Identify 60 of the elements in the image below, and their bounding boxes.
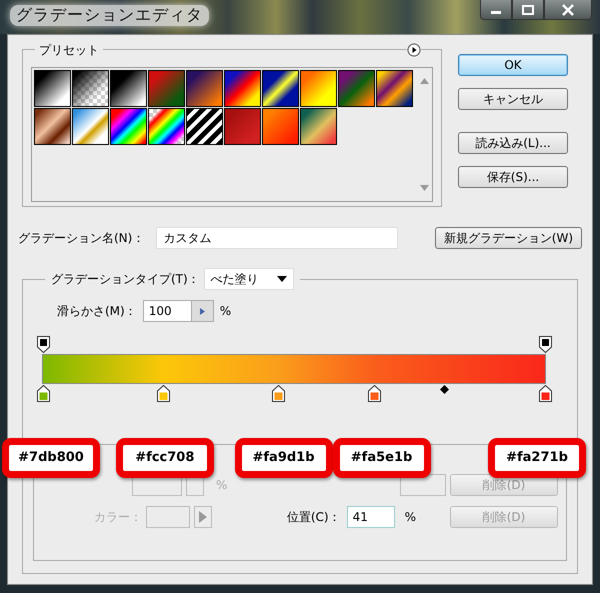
gradient-swatch[interactable] xyxy=(224,70,261,107)
gradient-type-dropdown[interactable]: べた塗り xyxy=(204,268,294,290)
gradient-swatch[interactable] xyxy=(148,108,185,145)
color-code-tooltip: #7db800 xyxy=(2,438,100,478)
dropdown-caret-icon xyxy=(276,276,287,282)
new-gradient-button[interactable]: 新規グラデーション(W) xyxy=(434,227,582,249)
color-stop[interactable] xyxy=(272,385,286,402)
window-title: グラデーションエディタ xyxy=(10,5,209,26)
gradient-swatch[interactable] xyxy=(262,70,299,107)
gradient-swatch[interactable] xyxy=(148,70,185,107)
color-stop[interactable] xyxy=(36,385,50,402)
percent-label: % xyxy=(216,478,228,492)
gradient-swatch[interactable] xyxy=(376,70,413,107)
gradient-swatch[interactable] xyxy=(300,70,337,107)
color-stop[interactable] xyxy=(538,385,552,402)
gradient-swatch[interactable] xyxy=(186,108,223,145)
color-code-tooltip: #fa9d1b xyxy=(234,438,333,478)
position-label: 位置(C)： xyxy=(286,508,341,526)
gradient-swatch[interactable] xyxy=(262,108,299,145)
percent-label: % xyxy=(404,510,416,524)
gradient-swatch[interactable] xyxy=(300,108,337,145)
dialog-button[interactable]: 保存(S)... xyxy=(458,166,568,188)
color-arrow-button[interactable] xyxy=(194,506,212,528)
color-stop[interactable] xyxy=(156,385,170,402)
color-code-tooltip: #fcc708 xyxy=(116,438,214,478)
gradient-swatch[interactable] xyxy=(72,108,109,145)
gradient-type-label: グラデーションタイプ(T)： xyxy=(51,270,200,288)
close-button[interactable] xyxy=(544,0,592,20)
color-code-tooltip: #fa271b xyxy=(488,438,586,478)
dialog-button[interactable]: 読み込み(L)... xyxy=(458,132,568,154)
gradient-swatch[interactable] xyxy=(34,70,71,107)
menu-arrow-icon[interactable] xyxy=(407,43,421,57)
percent-label: % xyxy=(220,304,232,318)
minimize-button[interactable] xyxy=(480,0,512,20)
color-stop[interactable] xyxy=(368,385,381,402)
maximize-icon xyxy=(521,4,535,14)
opacity-stop[interactable] xyxy=(538,336,552,353)
gradient-swatch[interactable] xyxy=(110,70,147,107)
gradient-swatch[interactable] xyxy=(338,70,375,107)
right-arrow-icon xyxy=(199,511,207,523)
gradient-swatch[interactable] xyxy=(110,108,147,145)
opacity-stop[interactable] xyxy=(36,336,50,353)
color-code-tooltip: #fa5e1b xyxy=(332,438,431,478)
smoothness-label: 滑らかさ(M)： xyxy=(57,302,137,320)
gradient-swatch[interactable] xyxy=(34,108,71,145)
dialog-button[interactable]: キャンセル xyxy=(458,88,568,110)
close-icon xyxy=(561,4,575,16)
smoothness-field[interactable]: 100 xyxy=(142,300,214,322)
maximize-button[interactable] xyxy=(512,0,544,20)
name-field[interactable]: カスタム xyxy=(156,227,398,249)
small-arrow-icon xyxy=(200,308,205,314)
gradient-swatch[interactable] xyxy=(72,70,109,107)
color-swatch[interactable] xyxy=(146,506,190,528)
dialog-button[interactable]: OK xyxy=(458,54,568,76)
presets-label: プリセット xyxy=(35,42,103,59)
color-label: カラー： xyxy=(94,508,142,526)
gradient-name-label: グラデーション名(N)： xyxy=(18,230,144,246)
minimize-icon xyxy=(491,11,501,14)
gradient-swatch[interactable] xyxy=(186,70,223,107)
gradient-swatch[interactable] xyxy=(224,108,261,145)
